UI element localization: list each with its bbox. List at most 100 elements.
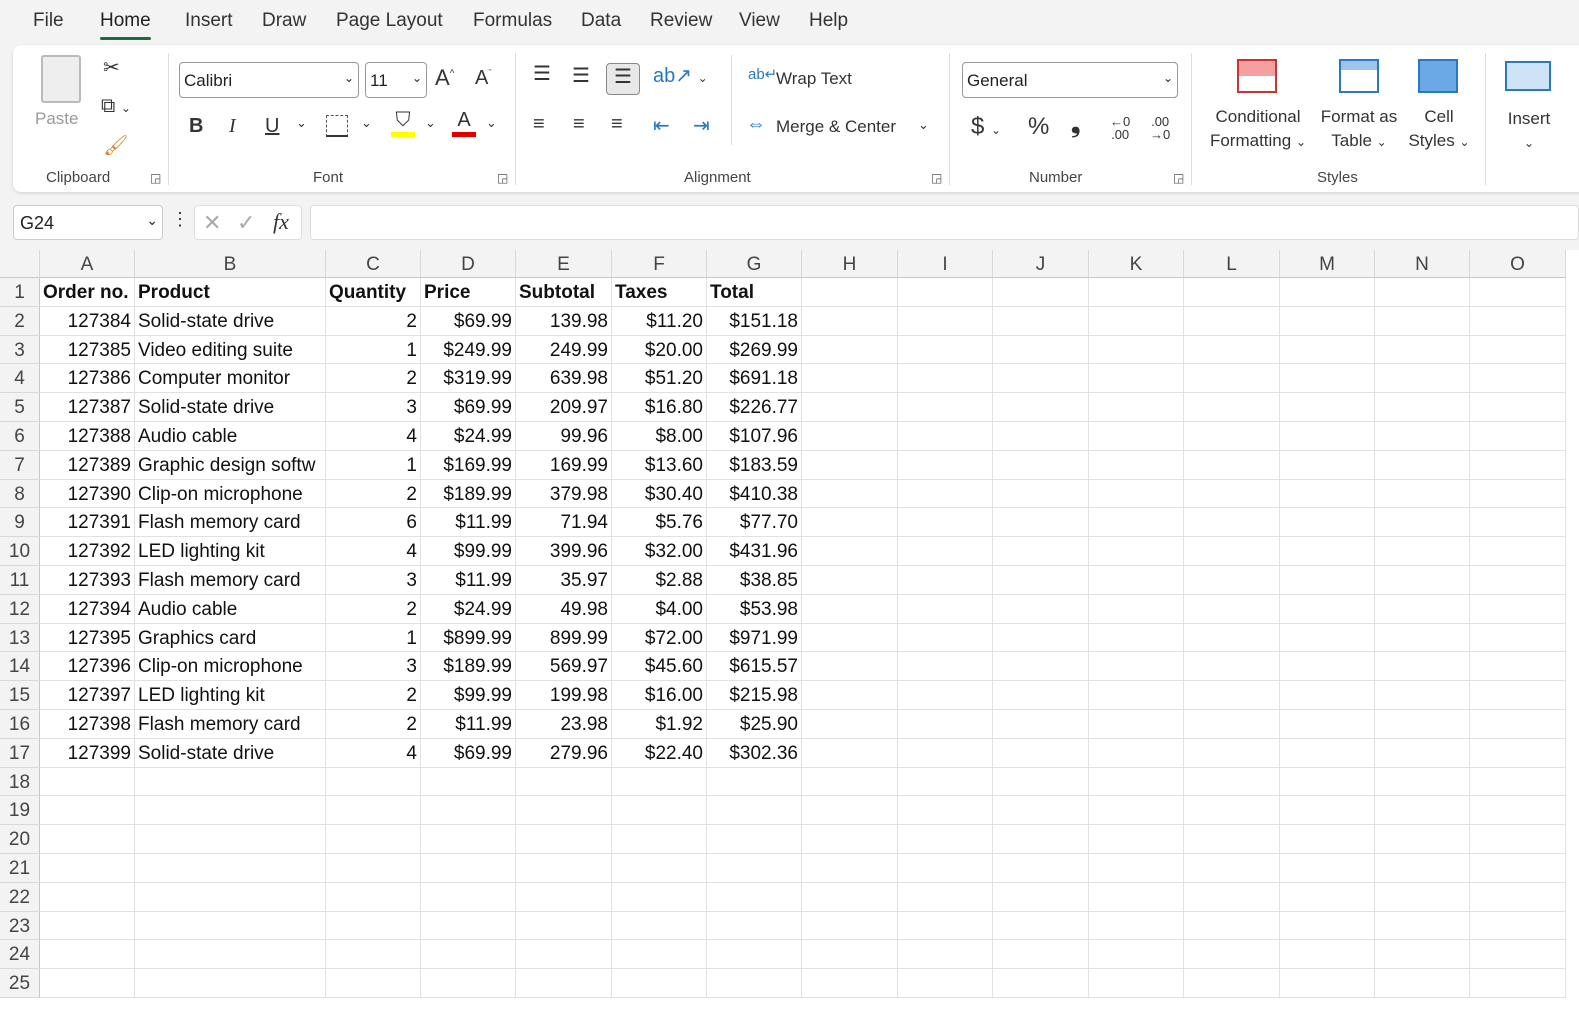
cell-D2[interactable]: $69.99 [421, 306, 516, 336]
chevron-down-icon[interactable]: ⌄ [296, 115, 307, 131]
cell-F16[interactable]: $1.92 [612, 710, 707, 739]
cell-K12[interactable] [1089, 594, 1184, 624]
cell-N15[interactable] [1375, 681, 1470, 710]
currency-button[interactable]: $ ⌄ [971, 113, 1001, 141]
row-header-4[interactable]: 4 [0, 364, 40, 394]
cell-L15[interactable] [1184, 681, 1280, 710]
cell-E5[interactable]: 209.97 [516, 393, 612, 422]
cell-D3[interactable]: $249.99 [421, 335, 516, 365]
cell-M17[interactable] [1280, 738, 1375, 768]
row-header-7[interactable]: 7 [0, 450, 40, 480]
cell-O1[interactable] [1470, 278, 1566, 307]
cell-A16[interactable]: 127398 [40, 710, 135, 739]
column-header-N[interactable]: N [1375, 250, 1470, 278]
underline-button[interactable]: U [265, 115, 279, 138]
column-header-L[interactable]: L [1184, 250, 1280, 278]
cell-G4[interactable]: $691.18 [707, 364, 802, 394]
cell-K6[interactable] [1089, 422, 1184, 451]
cell-K25[interactable] [1089, 969, 1184, 998]
cell-styles-icon[interactable] [1418, 59, 1458, 93]
middle-align-icon[interactable]: ☰ [572, 63, 590, 88]
number-format-select[interactable]: General ⌄ [962, 62, 1178, 98]
cell-D6[interactable]: $24.99 [421, 422, 516, 451]
cell-D16[interactable]: $11.99 [421, 710, 516, 739]
cell-C7[interactable]: 1 [326, 450, 421, 480]
cell-B10[interactable]: LED lighting kit [135, 537, 326, 566]
cell-I14[interactable] [898, 652, 993, 682]
cell-J12[interactable] [993, 594, 1089, 624]
cell-H5[interactable] [802, 393, 898, 422]
cell-M6[interactable] [1280, 422, 1375, 451]
cell-D1[interactable]: Price [421, 278, 516, 307]
cell-J13[interactable] [993, 623, 1089, 653]
cell-I2[interactable] [898, 306, 993, 336]
cell-E3[interactable]: 249.99 [516, 335, 612, 365]
cell-B4[interactable]: Computer monitor [135, 364, 326, 394]
cell-H24[interactable] [802, 940, 898, 970]
cell-C10[interactable]: 4 [326, 537, 421, 566]
insert-button[interactable]: Insert ⌄ [1501, 107, 1557, 155]
cell-M5[interactable] [1280, 393, 1375, 422]
cell-L5[interactable] [1184, 393, 1280, 422]
row-header-6[interactable]: 6 [0, 422, 40, 451]
row-header-22[interactable]: 22 [0, 882, 40, 912]
cell-K9[interactable] [1089, 508, 1184, 538]
cancel-icon[interactable]: ✕ [203, 210, 221, 236]
cell-O9[interactable] [1470, 508, 1566, 538]
cell-I17[interactable] [898, 738, 993, 768]
cell-F6[interactable]: $8.00 [612, 422, 707, 451]
cell-O10[interactable] [1470, 537, 1566, 566]
cell-J5[interactable] [993, 393, 1089, 422]
cell-L18[interactable] [1184, 767, 1280, 797]
cell-I12[interactable] [898, 594, 993, 624]
cell-B1[interactable]: Product [135, 278, 326, 307]
font-color-icon[interactable]: A [452, 109, 476, 137]
cell-J23[interactable] [993, 911, 1089, 941]
row-header-20[interactable]: 20 [0, 825, 40, 854]
cell-A25[interactable] [40, 969, 135, 998]
cell-D9[interactable]: $11.99 [421, 508, 516, 538]
cell-F12[interactable]: $4.00 [612, 594, 707, 624]
cell-G2[interactable]: $151.18 [707, 306, 802, 336]
cell-M15[interactable] [1280, 681, 1375, 710]
cell-I11[interactable] [898, 566, 993, 595]
increase-font-size-icon[interactable]: A^ [435, 65, 454, 91]
cell-O19[interactable] [1470, 796, 1566, 826]
cell-C25[interactable] [326, 969, 421, 998]
cell-M24[interactable] [1280, 940, 1375, 970]
cell-C21[interactable] [326, 854, 421, 883]
cell-F2[interactable]: $11.20 [612, 306, 707, 336]
cell-M20[interactable] [1280, 825, 1375, 854]
cell-L17[interactable] [1184, 738, 1280, 768]
cell-C5[interactable]: 3 [326, 393, 421, 422]
cell-A24[interactable] [40, 940, 135, 970]
cell-O21[interactable] [1470, 854, 1566, 883]
cell-N21[interactable] [1375, 854, 1470, 883]
cell-O11[interactable] [1470, 566, 1566, 595]
cell-B17[interactable]: Solid-state drive [135, 738, 326, 768]
cell-H11[interactable] [802, 566, 898, 595]
cell-N25[interactable] [1375, 969, 1470, 998]
cell-E4[interactable]: 639.98 [516, 364, 612, 394]
cell-F24[interactable] [612, 940, 707, 970]
cell-K5[interactable] [1089, 393, 1184, 422]
cell-J6[interactable] [993, 422, 1089, 451]
cell-H21[interactable] [802, 854, 898, 883]
cell-O23[interactable] [1470, 911, 1566, 941]
cell-L20[interactable] [1184, 825, 1280, 854]
cell-F13[interactable]: $72.00 [612, 623, 707, 653]
cell-H8[interactable] [802, 479, 898, 509]
cell-N17[interactable] [1375, 738, 1470, 768]
cell-I22[interactable] [898, 882, 993, 912]
cell-F23[interactable] [612, 911, 707, 941]
conditional-formatting-icon[interactable] [1237, 59, 1277, 93]
cell-N1[interactable] [1375, 278, 1470, 307]
cell-C12[interactable]: 2 [326, 594, 421, 624]
cell-N8[interactable] [1375, 479, 1470, 509]
cell-G21[interactable] [707, 854, 802, 883]
cell-M14[interactable] [1280, 652, 1375, 682]
cell-N7[interactable] [1375, 450, 1470, 480]
cell-I10[interactable] [898, 537, 993, 566]
cell-N22[interactable] [1375, 882, 1470, 912]
cell-L14[interactable] [1184, 652, 1280, 682]
